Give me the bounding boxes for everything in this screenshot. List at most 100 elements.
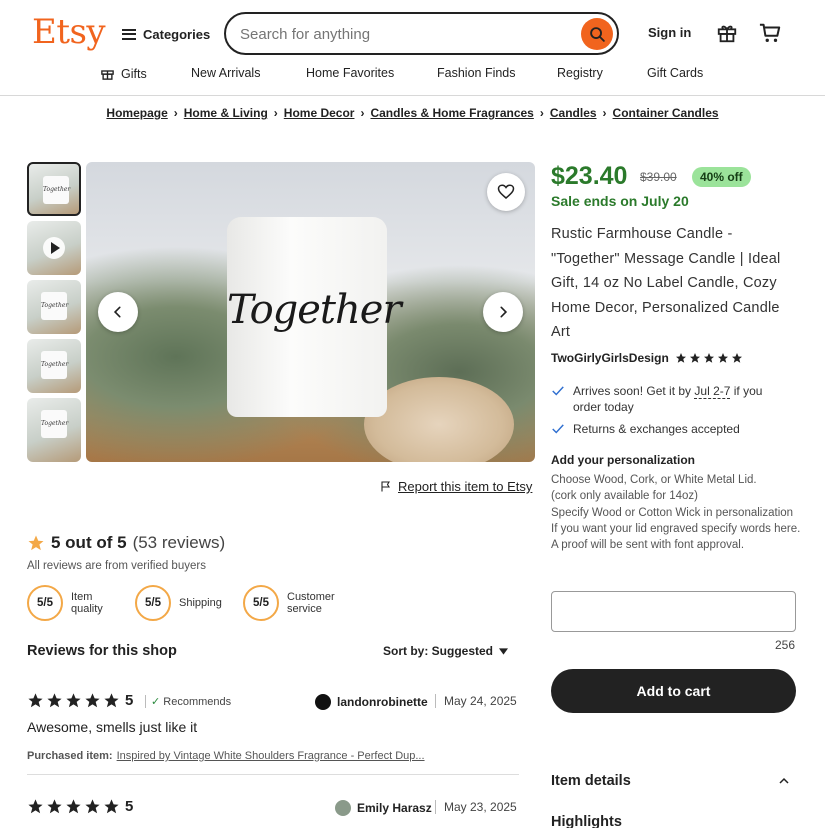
review-stars xyxy=(27,798,120,815)
personalization-input[interactable] xyxy=(551,591,796,632)
sign-in-link[interactable]: Sign in xyxy=(648,25,691,40)
product-main-image[interactable]: Together xyxy=(86,162,535,462)
purchased-item-link[interactable]: Inspired by Vintage White Shoulders Frag… xyxy=(117,750,425,762)
reviewer[interactable]: landonrobinette xyxy=(315,694,428,710)
thumbnail-candle: Together xyxy=(41,292,68,320)
sale-ends: Sale ends on July 20 xyxy=(551,193,689,209)
score-customer-service: 5/5 Customer service xyxy=(243,585,347,621)
item-details-label: Item details xyxy=(551,773,631,789)
thumbnail-1[interactable]: Together xyxy=(27,162,81,216)
rating-text: 5 out of 5 xyxy=(51,533,127,552)
breadcrumb-homepage[interactable]: Homepage xyxy=(106,106,167,120)
favorite-button[interactable] xyxy=(487,173,525,211)
chevron-right-icon: › xyxy=(173,106,178,120)
shop-reviews-heading: Reviews for this shop xyxy=(27,643,177,659)
star-icon xyxy=(85,693,100,708)
shop-link[interactable]: TwoGirlyGirlsDesign xyxy=(551,351,743,365)
gift-icon xyxy=(101,70,114,80)
star-icon xyxy=(703,353,714,363)
thumbnail-5[interactable]: Together xyxy=(27,398,81,462)
shop-stars xyxy=(675,352,743,364)
nav-gifts[interactable]: Gifts xyxy=(100,66,147,81)
add-to-cart-button[interactable]: Add to cart xyxy=(551,669,796,713)
categories-label: Categories xyxy=(143,26,211,42)
report-item-link[interactable]: Report this item to Etsy xyxy=(380,479,532,494)
sort-label: Sort by: Suggested xyxy=(383,644,494,658)
highlights-heading: Highlights xyxy=(551,814,622,828)
chevron-right-icon: › xyxy=(602,106,607,120)
recommends-badge: ✓ Recommends xyxy=(145,695,231,708)
sort-dropdown[interactable]: Sort by: Suggested xyxy=(383,644,509,658)
chevron-left-icon xyxy=(113,306,121,318)
caret-down-icon xyxy=(499,647,509,655)
arrival-date[interactable]: Jul 2-7 xyxy=(694,384,731,399)
categories-button[interactable]: Categories xyxy=(122,24,210,44)
search-icon xyxy=(589,26,605,42)
nav-home-favorites[interactable]: Home Favorites xyxy=(306,66,394,80)
review-header: 5 ✓ Recommends landonrobinette May 24, 2… xyxy=(27,692,519,712)
returns-text: Returns & exchanges accepted xyxy=(573,422,740,436)
score-label: Shipping xyxy=(179,597,222,609)
recommends-label: Recommends xyxy=(163,696,232,708)
search-button[interactable] xyxy=(581,18,613,50)
star-icon xyxy=(717,353,728,363)
check-icon xyxy=(552,386,564,396)
etsy-logo[interactable]: Etsy xyxy=(32,12,106,52)
category-nav: Gifts New Arrivals Home Favorites Fashio… xyxy=(0,66,825,84)
star-icon xyxy=(28,799,43,814)
breadcrumb: Homepage › Home & Living › Home Decor › Candle… xyxy=(0,106,825,120)
review-score: 5 xyxy=(125,692,134,709)
site-header: Etsy Categories Sign in Gifts New Arriva… xyxy=(0,0,825,96)
nav-gifts-label: Gifts xyxy=(121,66,147,81)
star-icon xyxy=(85,799,100,814)
reviewer[interactable]: Emily Harasz xyxy=(335,800,432,816)
star-icon xyxy=(731,353,742,363)
nav-gift-cards[interactable]: Gift Cards xyxy=(647,66,703,80)
item-details-toggle[interactable]: Item details xyxy=(551,773,796,789)
nav-fashion-finds[interactable]: Fashion Finds xyxy=(437,66,516,80)
previous-image-button[interactable] xyxy=(98,292,138,332)
review-header: 5 Emily Harasz May 23, 2025 xyxy=(27,798,519,818)
candle-jar: Together xyxy=(227,217,402,417)
avatar xyxy=(335,800,351,816)
instruction-line: Specify Wood or Cotton Wick in personali… xyxy=(551,506,794,519)
thumbnail-3[interactable]: Together xyxy=(27,280,81,334)
nav-new-arrivals[interactable]: New Arrivals xyxy=(191,66,260,80)
divider xyxy=(27,774,519,775)
nav-registry[interactable]: Registry xyxy=(557,66,603,80)
heart-icon xyxy=(497,184,515,199)
star-icon xyxy=(104,799,119,814)
review-date: May 24, 2025 xyxy=(435,694,517,708)
breadcrumb-home-living[interactable]: Home & Living xyxy=(184,106,268,120)
review-stars xyxy=(27,692,120,709)
cart-icon[interactable] xyxy=(758,22,782,47)
chevron-right-icon: › xyxy=(539,106,544,120)
chevron-up-icon xyxy=(779,777,789,784)
returns-info: Returns & exchanges accepted xyxy=(551,421,740,437)
arrival-info: Arrives soon! Get it by Jul 2-7 if you o… xyxy=(551,383,793,415)
thumbnail-video[interactable] xyxy=(27,221,81,275)
star-icon xyxy=(689,353,700,363)
search-bar xyxy=(224,12,619,55)
avatar xyxy=(315,694,331,710)
search-input[interactable] xyxy=(240,23,570,45)
gift-icon[interactable] xyxy=(716,22,738,47)
original-price: $39.00 xyxy=(640,170,677,184)
review-count[interactable]: (53 reviews) xyxy=(133,533,226,553)
breadcrumb-home-decor[interactable]: Home Decor xyxy=(284,106,355,120)
next-image-button[interactable] xyxy=(483,292,523,332)
star-icon xyxy=(28,693,43,708)
score-shipping: 5/5 Shipping xyxy=(135,585,222,621)
shop-name: TwoGirlyGirlsDesign xyxy=(551,351,669,365)
thumbnail-candle: Together xyxy=(41,410,68,438)
thumbnail-4[interactable]: Together xyxy=(27,339,81,393)
reviewer-name: landonrobinette xyxy=(337,695,428,709)
arrival-text: Arrives soon! Get it by Jul 2-7 if you o… xyxy=(573,383,793,415)
chevron-right-icon xyxy=(500,306,508,318)
breadcrumb-candles[interactable]: Candles xyxy=(550,106,597,120)
chevron-right-icon: › xyxy=(273,106,278,120)
personalization-instructions: Choose Wood, Cork, or White Metal Lid. (… xyxy=(551,472,801,553)
breadcrumb-container-candles[interactable]: Container Candles xyxy=(613,106,719,120)
review-score: 5 xyxy=(125,798,134,815)
breadcrumb-candles-fragrances[interactable]: Candles & Home Fragrances xyxy=(370,106,533,120)
